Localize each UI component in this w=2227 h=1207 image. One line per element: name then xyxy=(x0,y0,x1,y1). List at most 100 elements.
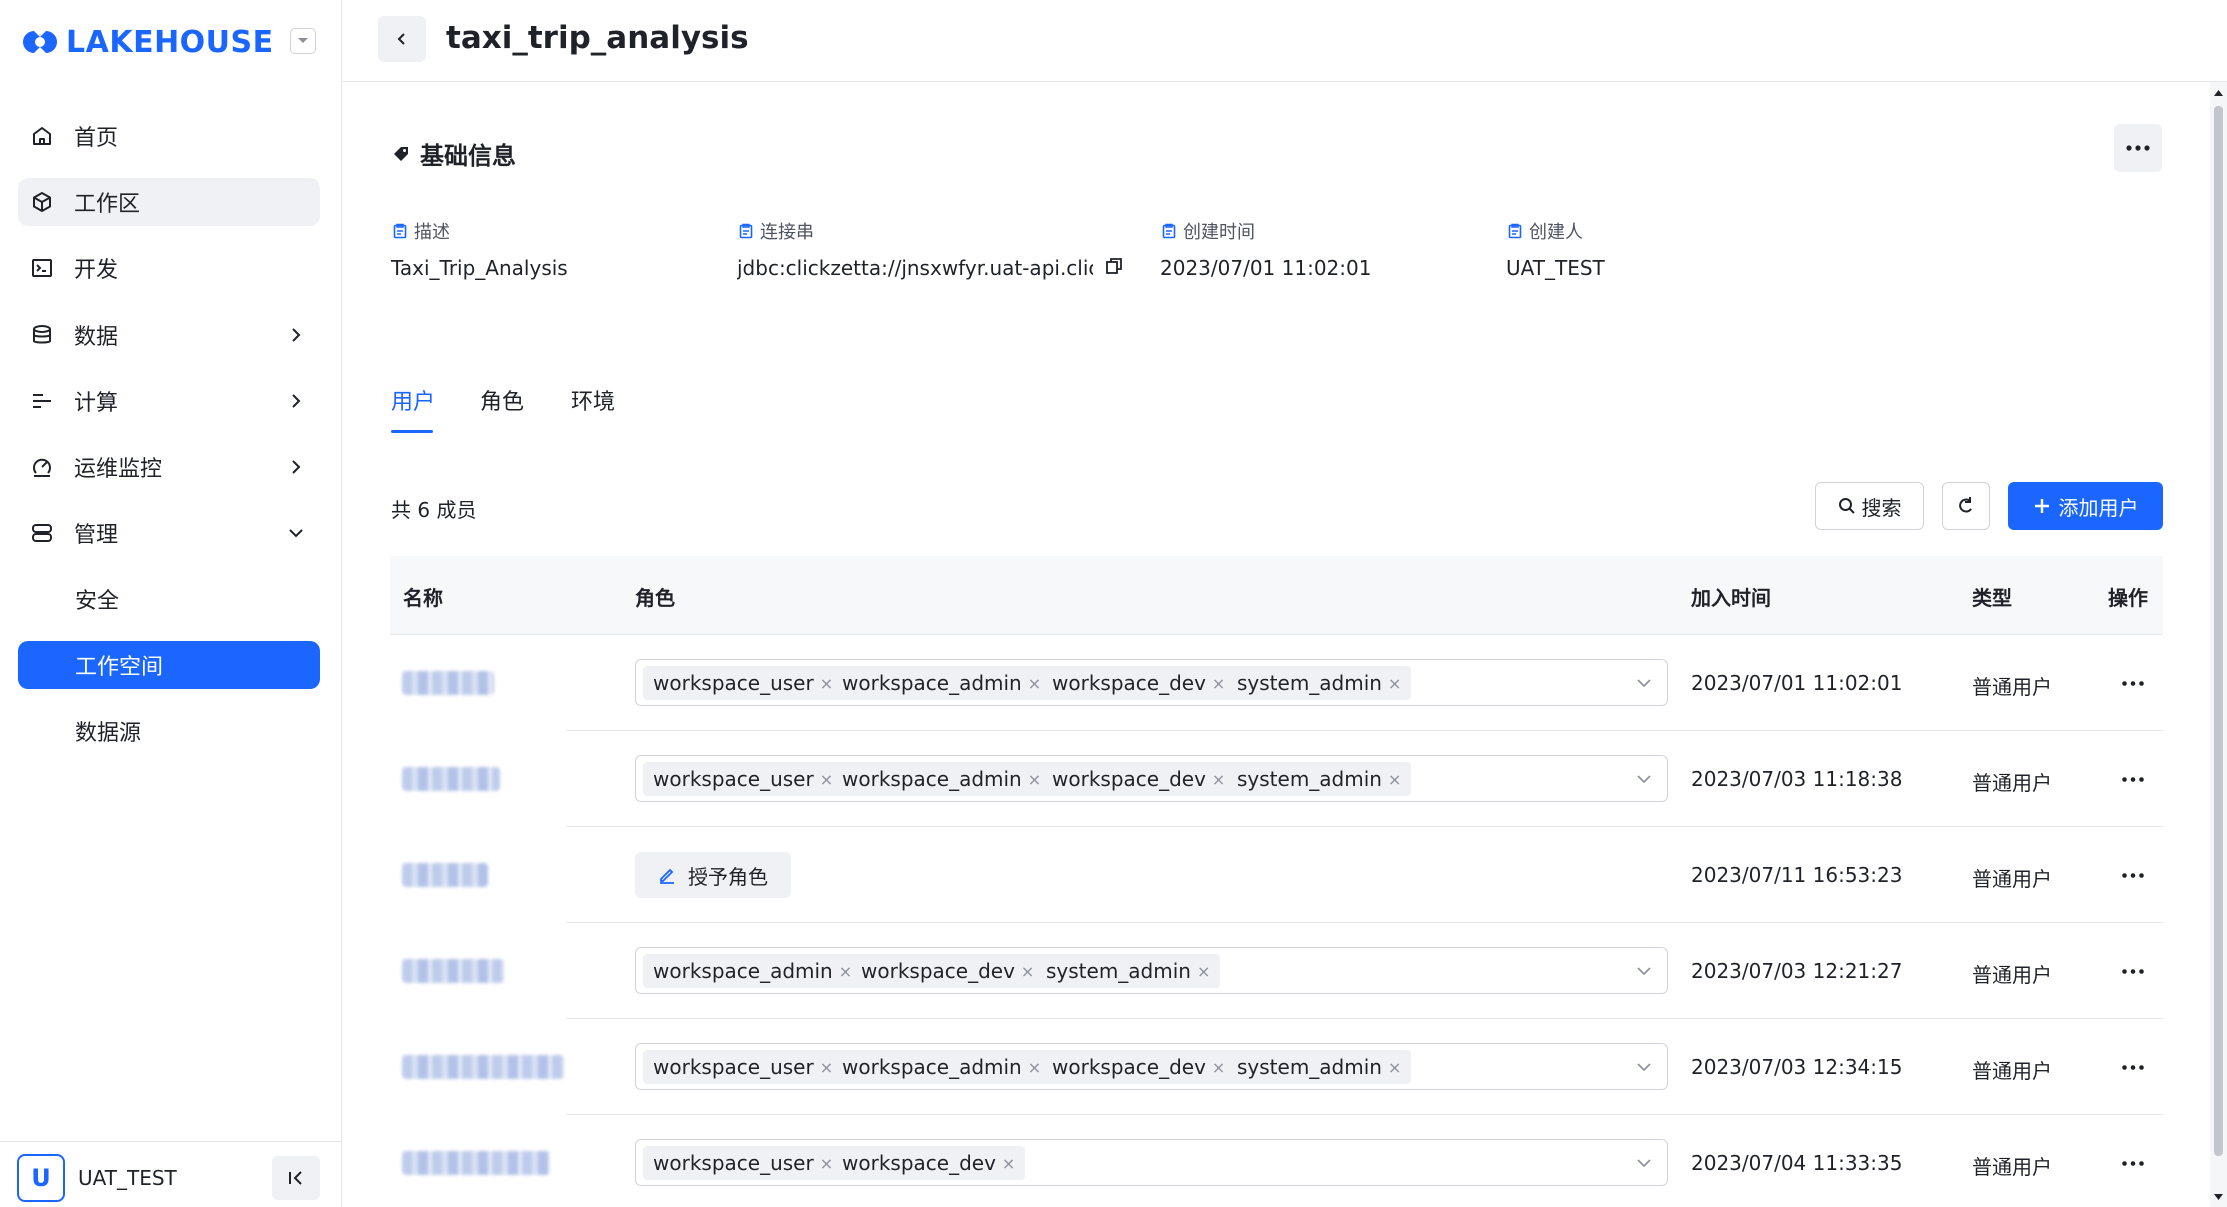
role-select[interactable]: workspace_user × workspace_dev × xyxy=(635,1139,1668,1186)
sidebar-item-security[interactable]: 安全 xyxy=(18,575,320,623)
user-name-redacted xyxy=(402,1151,550,1175)
server-icon xyxy=(32,524,52,542)
user-type: 普通用户 xyxy=(1972,675,2052,699)
remove-tag-icon[interactable]: × xyxy=(1388,674,1401,693)
sidebar-item-ops-monitor[interactable]: 运维监控 xyxy=(18,443,320,491)
remove-tag-icon[interactable]: × xyxy=(1028,770,1041,789)
refresh-button[interactable] xyxy=(1942,482,1990,530)
row-more-button[interactable] xyxy=(2118,957,2148,985)
role-select[interactable]: workspace_user × workspace_admin × workspa… xyxy=(635,1043,1668,1090)
role-tag: workspace_dev × xyxy=(1042,1050,1236,1084)
app-root: LAKEHOUSE 首页 工作区 开发 数据 计算 运维监控 管理 安全 工作空… xyxy=(0,0,2227,1207)
sidebar-item-label: 开发 xyxy=(74,258,119,283)
sidebar-item-develop[interactable]: 开发 xyxy=(18,244,320,292)
role-select[interactable]: workspace_user × workspace_admin × workspa… xyxy=(635,755,1668,802)
tab-active-indicator xyxy=(391,430,433,433)
back-button[interactable] xyxy=(378,16,426,62)
scroll-up-arrow-icon[interactable] xyxy=(2213,88,2224,98)
copy-icon[interactable] xyxy=(1105,257,1123,275)
role-tag: workspace_user × xyxy=(643,666,844,700)
role-tag: workspace_user × xyxy=(643,1146,844,1180)
scrollbar-thumb[interactable] xyxy=(2214,106,2223,1156)
search-icon xyxy=(1838,498,1855,514)
chevron-right-icon xyxy=(292,394,301,408)
vertical-scrollbar[interactable] xyxy=(2210,82,2227,1207)
info-value-creator: UAT_TEST xyxy=(1506,256,1605,280)
sidebar-item-datasource[interactable]: 数据源 xyxy=(18,707,320,755)
info-value-created-time: 2023/07/01 11:02:01 xyxy=(1160,256,1372,280)
info-label-creator: 创建人 xyxy=(1507,218,1583,244)
table-row: workspace_user × workspace_admin × workspa… xyxy=(390,1019,2163,1115)
user-name-redacted xyxy=(402,959,504,983)
remove-tag-icon[interactable]: × xyxy=(1002,1154,1015,1173)
user-name: UAT_TEST xyxy=(78,1166,177,1190)
workspace-more-button[interactable] xyxy=(2114,124,2162,172)
chevron-down-icon xyxy=(1637,1159,1651,1168)
sidebar-item-manage[interactable]: 管理 xyxy=(18,509,320,557)
table-row: workspace_admin × workspace_dev × system_a… xyxy=(390,923,2163,1019)
user-bar: U UAT_TEST xyxy=(0,1141,341,1207)
remove-tag-icon[interactable]: × xyxy=(1028,1058,1041,1077)
role-tag: workspace_admin × xyxy=(832,762,1052,796)
tab-users[interactable]: 用户 xyxy=(391,384,435,416)
joined-time: 2023/07/01 11:02:01 xyxy=(1691,671,1903,695)
tab-roles[interactable]: 角色 xyxy=(480,384,524,416)
row-more-button[interactable] xyxy=(2118,669,2148,697)
remove-tag-icon[interactable]: × xyxy=(1388,1058,1401,1077)
sidebar-item-workspace[interactable]: 工作空间 xyxy=(18,641,320,689)
role-select[interactable]: workspace_user × workspace_admin × workspa… xyxy=(635,659,1668,706)
more-dots-icon xyxy=(2122,776,2144,782)
remove-tag-icon[interactable]: × xyxy=(1212,674,1225,693)
remove-tag-icon[interactable]: × xyxy=(1021,962,1034,981)
page-title: taxi_trip_analysis xyxy=(446,20,749,56)
info-label-connection: 连接串 xyxy=(738,218,814,244)
sidebar-item-data[interactable]: 数据 xyxy=(18,311,320,359)
page-header: taxi_trip_analysis xyxy=(342,0,2227,82)
row-more-button[interactable] xyxy=(2118,765,2148,793)
avatar[interactable]: U xyxy=(17,1154,65,1202)
edit-pencil-icon xyxy=(660,868,674,884)
info-value-connection: jdbc:clickzetta://jnsxwfyr.uat-api.click… xyxy=(737,256,1093,280)
row-more-button[interactable] xyxy=(2118,861,2148,889)
user-type: 普通用户 xyxy=(1972,1059,2052,1083)
user-name-redacted xyxy=(402,863,488,887)
sidebar-item-home[interactable]: 首页 xyxy=(18,112,320,160)
user-name-redacted xyxy=(402,1055,564,1079)
sidebar-item-workarea[interactable]: 工作区 xyxy=(18,178,320,226)
role-select[interactable]: workspace_admin × workspace_dev × system_a… xyxy=(635,947,1668,994)
clipboard-icon xyxy=(393,223,407,239)
sidebar: LAKEHOUSE 首页 工作区 开发 数据 计算 运维监控 管理 安全 工作空… xyxy=(0,0,342,1207)
add-user-button[interactable]: 添加用户 xyxy=(2008,482,2163,530)
sidebar-item-label: 数据 xyxy=(74,325,119,350)
user-type: 普通用户 xyxy=(1972,867,2052,891)
column-header-action: 操作 xyxy=(2108,586,2148,610)
tab-environment[interactable]: 环境 xyxy=(571,384,615,416)
info-label-description: 描述 xyxy=(392,218,450,244)
role-tag: workspace_dev × xyxy=(832,1146,1026,1180)
sidebar-item-label: 管理 xyxy=(74,523,119,548)
row-more-button[interactable] xyxy=(2118,1053,2148,1081)
workspace-switch-dropdown[interactable] xyxy=(290,28,316,54)
remove-tag-icon[interactable]: × xyxy=(1212,1058,1225,1077)
user-type: 普通用户 xyxy=(1972,1155,2052,1179)
home-icon xyxy=(33,127,51,145)
search-button[interactable]: 搜索 xyxy=(1815,482,1924,530)
remove-tag-icon[interactable]: × xyxy=(1028,674,1041,693)
remove-tag-icon[interactable]: × xyxy=(1197,962,1210,981)
scroll-down-arrow-icon[interactable] xyxy=(2213,1192,2224,1202)
row-more-button[interactable] xyxy=(2118,1149,2148,1177)
table-row: workspace_user × workspace_admin × workspa… xyxy=(390,635,2163,731)
grant-role-button[interactable]: 授予角色 xyxy=(635,852,791,898)
more-dots-icon xyxy=(2122,968,2144,974)
monitor-icon xyxy=(33,458,51,477)
joined-time: 2023/07/03 12:34:15 xyxy=(1691,1055,1903,1079)
chevron-right-icon xyxy=(292,328,301,342)
sidebar-item-compute[interactable]: 计算 xyxy=(18,377,320,425)
remove-tag-icon[interactable]: × xyxy=(1212,770,1225,789)
caret-down-icon xyxy=(298,38,308,43)
collapse-sidebar-button[interactable] xyxy=(272,1156,320,1200)
info-label-created-time: 创建时间 xyxy=(1161,218,1255,244)
role-tag: workspace_dev × xyxy=(1042,666,1236,700)
remove-tag-icon[interactable]: × xyxy=(1388,770,1401,789)
brand-logo[interactable]: LAKEHOUSE xyxy=(20,22,320,62)
